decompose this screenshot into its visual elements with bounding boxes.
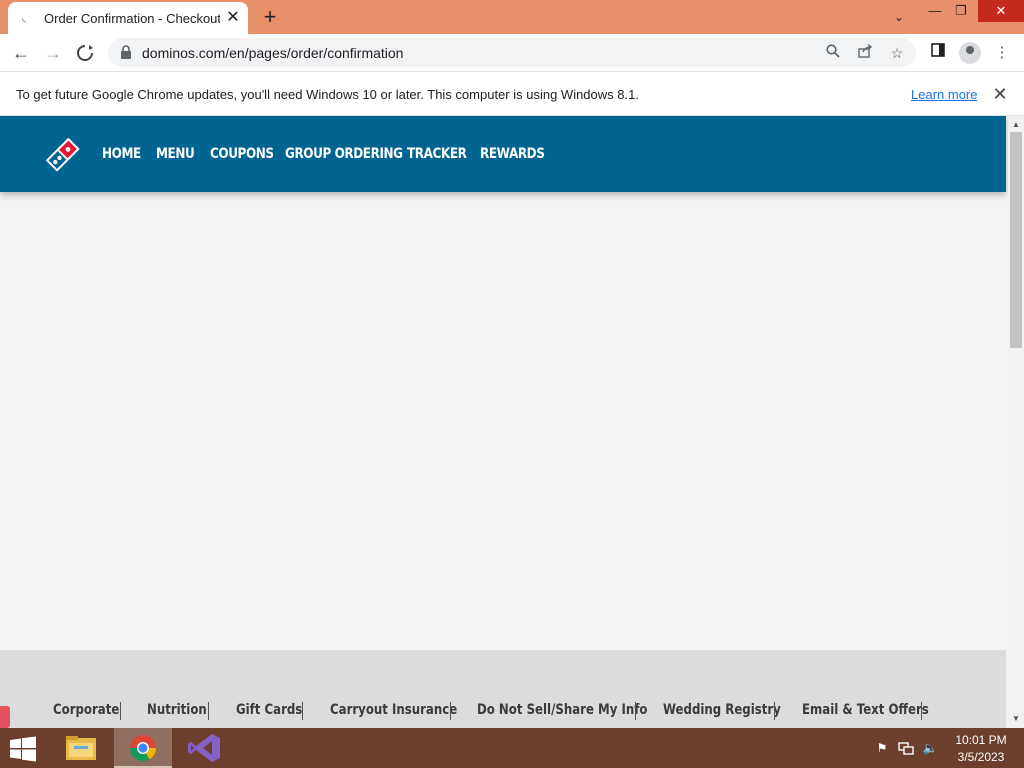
file-explorer-icon[interactable]	[52, 728, 110, 768]
footer-divider	[120, 702, 121, 720]
footer-link-carryout-insurance[interactable]: Carryout Insurance	[330, 700, 457, 720]
title-bar: ◟ Order Confirmation - Checkout ( ✕ + ⌄ …	[0, 0, 1024, 34]
profile-icon[interactable]	[959, 42, 981, 64]
footer-link-email-text-offers[interactable]: Email & Text Offers	[802, 700, 929, 720]
scrollbar-thumb[interactable]	[1010, 132, 1022, 348]
nav-rewards[interactable]: REWARDS	[480, 144, 545, 164]
lock-icon[interactable]	[120, 45, 132, 59]
footer-link-do-not-sell[interactable]: Do Not Sell/Share My Info	[477, 700, 647, 720]
nav-tracker[interactable]: TRACKER	[407, 144, 467, 164]
learn-more-link[interactable]: Learn more	[911, 86, 981, 104]
forward-icon[interactable]: →	[40, 40, 66, 66]
back-icon[interactable]: ←	[8, 40, 34, 66]
search-icon[interactable]	[823, 43, 843, 63]
scroll-up-icon[interactable]: ▲	[1008, 118, 1024, 132]
footer-divider	[774, 702, 775, 720]
browser-toolbar: ← → dominos.com/en/pages/order/confirmat…	[0, 34, 1024, 71]
new-tab-button[interactable]: +	[258, 5, 282, 29]
share-icon[interactable]	[855, 43, 875, 63]
window-close-button[interactable]: ✕	[978, 0, 1024, 22]
network-icon[interactable]	[898, 740, 914, 756]
windows-taskbar: ⚑ 🔈 10:01 PM 3/5/2023	[0, 728, 1024, 768]
tab-close-icon[interactable]: ✕	[224, 9, 242, 27]
footer-divider	[302, 702, 303, 720]
footer-link-wedding-registry[interactable]: Wedding Registry	[663, 700, 781, 720]
site-footer: Corporate Nutrition Gift Cards Carryout …	[0, 650, 1006, 728]
loading-spinner-icon: ◟	[22, 12, 27, 24]
chrome-icon[interactable]	[114, 728, 172, 768]
action-center-flag-icon[interactable]: ⚑	[874, 740, 890, 756]
restore-button[interactable]: ❐	[944, 0, 978, 22]
infobar-message: To get future Google Chrome updates, you…	[16, 87, 639, 102]
browser-tab[interactable]: ◟ Order Confirmation - Checkout ( ✕	[8, 2, 248, 34]
footer-divider	[921, 702, 922, 720]
url-text[interactable]: dominos.com/en/pages/order/confirmation	[142, 44, 642, 62]
clock-date[interactable]: 3/5/2023	[950, 750, 1012, 765]
footer-link-corporate[interactable]: Corporate	[53, 700, 119, 720]
nav-home[interactable]: HOME	[102, 144, 141, 164]
bookmark-star-icon[interactable]: ☆	[887, 43, 907, 63]
dominos-logo[interactable]	[38, 130, 86, 178]
nav-group-ordering[interactable]: GROUP ORDERING	[285, 144, 403, 164]
footer-divider	[450, 702, 451, 720]
nav-menu[interactable]: MENU	[156, 144, 195, 164]
tab-title: Order Confirmation - Checkout (	[44, 11, 220, 26]
footer-divider	[208, 702, 209, 720]
feedback-tab[interactable]	[0, 706, 10, 728]
windows-start-icon[interactable]	[8, 736, 40, 762]
clock-time[interactable]: 10:01 PM	[950, 733, 1012, 748]
nav-coupons[interactable]: COUPONS	[210, 144, 274, 164]
visual-studio-icon[interactable]	[176, 728, 234, 768]
volume-icon[interactable]: 🔈	[922, 740, 938, 756]
page-viewport: HOME MENU COUPONS GROUP ORDERING TRACKER…	[0, 116, 1008, 728]
stop-loading-icon[interactable]	[72, 40, 98, 66]
update-infobar: To get future Google Chrome updates, you…	[0, 71, 1024, 116]
scroll-down-icon[interactable]: ▼	[1008, 712, 1024, 726]
tab-search-button[interactable]: ⌄	[888, 6, 910, 28]
infobar-close-icon[interactable]: ✕	[990, 84, 1010, 104]
footer-link-nutrition[interactable]: Nutrition	[147, 700, 207, 720]
menu-icon[interactable]: ⋮	[991, 42, 1013, 64]
page-scrollbar[interactable]: ▲ ▼	[1008, 116, 1024, 728]
footer-link-gift-cards[interactable]: Gift Cards	[236, 700, 302, 720]
footer-divider	[635, 702, 636, 720]
address-bar[interactable]: dominos.com/en/pages/order/confirmation …	[108, 38, 916, 67]
site-header: HOME MENU COUPONS GROUP ORDERING TRACKER…	[0, 116, 1006, 192]
side-panel-icon[interactable]	[927, 42, 949, 64]
